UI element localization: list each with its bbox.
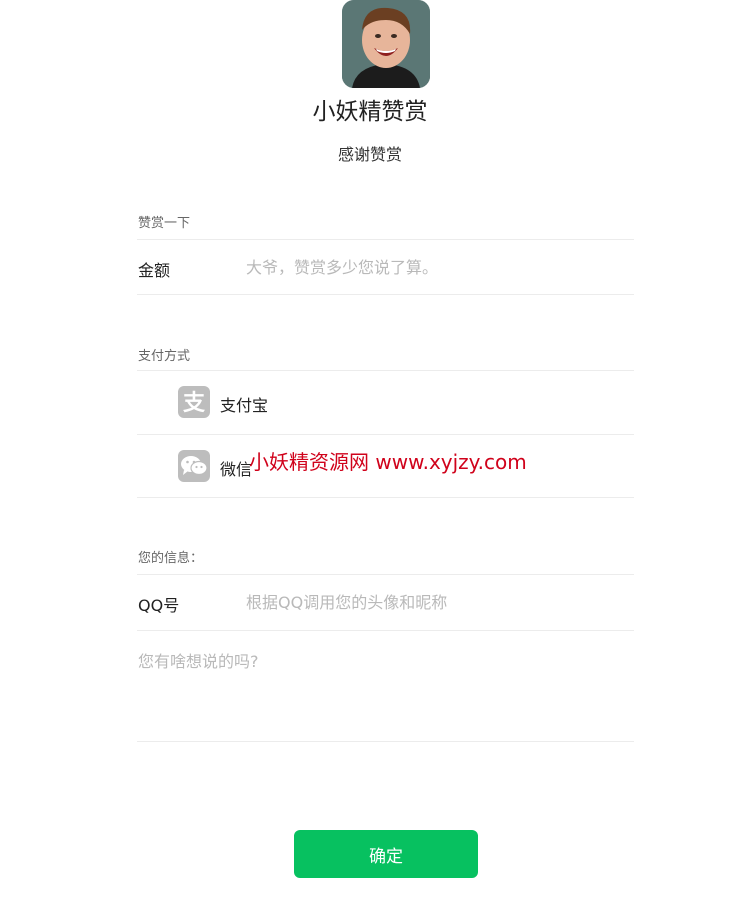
svg-text:支: 支 [183,391,206,415]
profile-subtitle: 感谢赞赏 [337,145,402,164]
qq-input[interactable] [246,590,634,614]
wechat-label: 微信 [220,460,253,479]
confirm-button[interactable]: 确定 [294,830,478,878]
message-textarea[interactable] [138,648,634,734]
divider [137,294,634,295]
reward-section-label: 赞赏一下 [138,216,191,231]
info-section-label: 您的信息： [138,551,204,566]
qq-label: QQ号 [138,596,180,615]
divider [137,434,634,435]
divider [137,497,634,498]
amount-input[interactable] [246,255,634,279]
payment-section-label: 支付方式 [138,349,191,364]
divider [137,239,634,240]
wechat-icon [178,450,210,482]
alipay-icon: 支 [178,386,210,418]
amount-label: 金额 [138,261,171,280]
divider [137,574,634,575]
avatar [342,0,430,88]
divider [137,741,634,742]
profile-name: 小妖精赞赏 [312,99,428,125]
divider [137,630,634,631]
avatar-image [342,0,430,88]
watermark-text: 小妖精资源网 www.xyjzy.com [249,450,527,474]
alipay-label: 支付宝 [220,396,269,415]
divider [137,370,634,371]
